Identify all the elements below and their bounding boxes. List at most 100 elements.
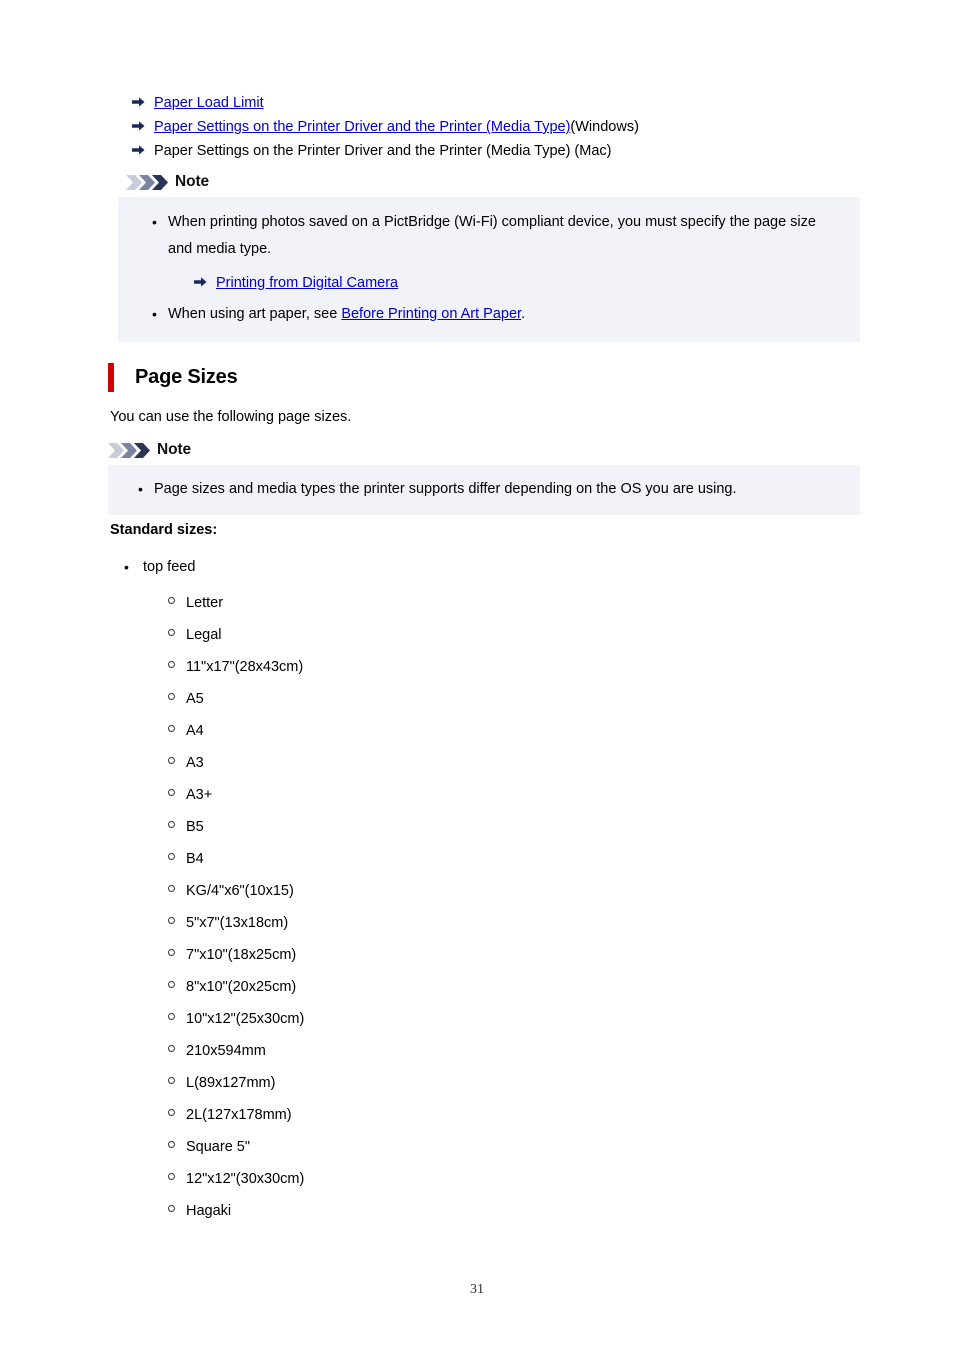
section-title-text: Page Sizes (135, 366, 238, 388)
feed-group-heading: • top feed (124, 555, 304, 579)
note-body: • When printing photos saved on a PictBr… (118, 197, 860, 342)
heading-accent-bar (108, 363, 114, 392)
list-item: 8"x10"(20x25cm) (124, 971, 304, 1003)
related-link-row: Paper Settings on the Printer Driver and… (132, 137, 892, 161)
list-item: A3 (124, 747, 304, 779)
page-size-label: 210x594mm (186, 1043, 266, 1059)
bullet-dot: • (152, 306, 157, 322)
page-size-label: L(89x127mm) (186, 1075, 276, 1091)
page-size-label: KG/4"x6"(10x15) (186, 883, 294, 899)
arrow-right-icon (132, 137, 154, 155)
list-item: Square 5" (124, 1131, 304, 1163)
page-size-label: Letter (186, 595, 224, 611)
note-block-os-support: Note • Page sizes and media types the pr… (108, 439, 860, 515)
note-sublink-row[interactable]: Printing from Digital Camera (138, 269, 840, 295)
page-size-label: A4 (186, 723, 204, 739)
arrow-right-icon (194, 269, 216, 287)
hollow-bullet-icon (168, 587, 186, 619)
document-page: Paper Load Limit Paper Settings on the P… (0, 0, 954, 1350)
chevrons-icon (126, 174, 168, 190)
list-item: Hagaki (124, 1195, 304, 1227)
page-size-label: 8"x10"(20x25cm) (186, 979, 297, 995)
list-item: B4 (124, 843, 304, 875)
list-item: 7"x10"(18x25cm) (124, 939, 304, 971)
list-item: 11"x17"(28x43cm) (124, 651, 304, 683)
link-suffix: (Windows) (570, 119, 639, 135)
list-item: 12"x12"(30x30cm) (124, 1163, 304, 1195)
page-size-label: Legal (186, 627, 222, 643)
arrow-right-icon (132, 113, 154, 131)
text-paper-settings-mac: Paper Settings on the Printer Driver and… (154, 143, 612, 159)
note-bullet-text: When printing photos saved on a PictBrid… (168, 214, 816, 257)
hollow-bullet-icon (168, 875, 186, 907)
page-size-label: 10"x12"(25x30cm) (186, 1011, 305, 1027)
page-size-sublist: Letter Legal 11"x17"(28x43cm) A5 A4 A3 A3+ B5 B4… (124, 587, 304, 1227)
page-size-label: 5"x7"(13x18cm) (186, 915, 289, 931)
arrow-right-icon (132, 89, 154, 107)
link-printing-from-digital-camera[interactable]: Printing from Digital Camera (216, 270, 398, 296)
hollow-bullet-icon (168, 811, 186, 843)
page-size-label: Hagaki (186, 1203, 232, 1219)
page-size-label: 12"x12"(30x30cm) (186, 1171, 305, 1187)
note-bullet-text: Page sizes and media types the printer s… (154, 481, 737, 497)
list-item: 5"x7"(13x18cm) (124, 907, 304, 939)
hollow-bullet-icon (168, 971, 186, 1003)
page-size-label: Square 5" (186, 1139, 250, 1155)
hollow-bullet-icon (168, 843, 186, 875)
note-bullet: • When printing photos saved on a PictBr… (138, 209, 840, 263)
page-number: 31 (470, 1282, 484, 1297)
hollow-bullet-icon (168, 1003, 186, 1035)
hollow-bullet-icon (168, 1067, 186, 1099)
note-header: Note (118, 171, 860, 193)
hollow-bullet-icon (168, 619, 186, 651)
list-item: 210x594mm (124, 1035, 304, 1067)
related-links-list: Paper Load Limit Paper Settings on the P… (132, 89, 892, 161)
page-size-label: A3+ (186, 787, 213, 803)
list-item: Letter (124, 587, 304, 619)
note-title: Note (157, 441, 192, 458)
hollow-bullet-icon (168, 1195, 186, 1227)
note-bullet-prefix: When using art paper, see (168, 306, 342, 322)
chevrons-icon (108, 442, 150, 458)
note-body: • Page sizes and media types the printer… (108, 465, 860, 515)
page-sizes-list: • top feed Letter Legal 11"x17"(28x43cm) A5… (124, 555, 304, 1227)
note-bullet-text: When using art paper, see Before Printin… (168, 301, 840, 328)
list-item: L(89x127mm) (124, 1067, 304, 1099)
link-paper-settings-windows[interactable]: Paper Settings on the Printer Driver and… (154, 115, 570, 139)
page-size-label: 2L(127x178mm) (186, 1107, 292, 1123)
note-bullet: • Page sizes and media types the printer… (128, 476, 840, 503)
note-bullet: • When using art paper, see Before Print… (138, 301, 840, 328)
hollow-bullet-icon (168, 1163, 186, 1195)
page-size-label: B5 (186, 819, 204, 835)
section-intro-text: You can use the following page sizes. (110, 409, 352, 425)
feed-name: top feed (143, 559, 196, 575)
link-before-printing-on-art-paper[interactable]: Before Printing on Art Paper (341, 306, 521, 322)
bullet-dot: • (138, 481, 143, 497)
hollow-bullet-icon (168, 651, 186, 683)
note-bullet-suffix: . (521, 306, 526, 322)
page-size-label: A3 (186, 755, 204, 771)
related-link-row[interactable]: Paper Settings on the Printer Driver and… (132, 113, 892, 137)
link-paper-load-limit[interactable]: Paper Load Limit (154, 91, 264, 115)
hollow-bullet-icon (168, 747, 186, 779)
hollow-bullet-icon (168, 715, 186, 747)
hollow-bullet-icon (168, 1035, 186, 1067)
note-block-pictbridge: Note • When printing photos saved on a P… (118, 171, 860, 342)
list-item: A5 (124, 683, 304, 715)
page-size-label: B4 (186, 851, 204, 867)
page-size-label: 11"x17"(28x43cm) (186, 659, 304, 675)
page-size-label: A5 (186, 691, 204, 707)
bullet-dot: • (124, 559, 129, 575)
related-link-row[interactable]: Paper Load Limit (132, 89, 892, 113)
note-title: Note (175, 173, 210, 190)
standard-sizes-label: Standard sizes: (110, 522, 218, 538)
bullet-dot: • (152, 214, 157, 230)
list-item: 2L(127x178mm) (124, 1099, 304, 1131)
hollow-bullet-icon (168, 939, 186, 971)
page-size-label: 7"x10"(18x25cm) (186, 947, 297, 963)
list-item: Legal (124, 619, 304, 651)
list-item: A4 (124, 715, 304, 747)
list-item: 10"x12"(25x30cm) (124, 1003, 304, 1035)
hollow-bullet-icon (168, 683, 186, 715)
hollow-bullet-icon (168, 779, 186, 811)
